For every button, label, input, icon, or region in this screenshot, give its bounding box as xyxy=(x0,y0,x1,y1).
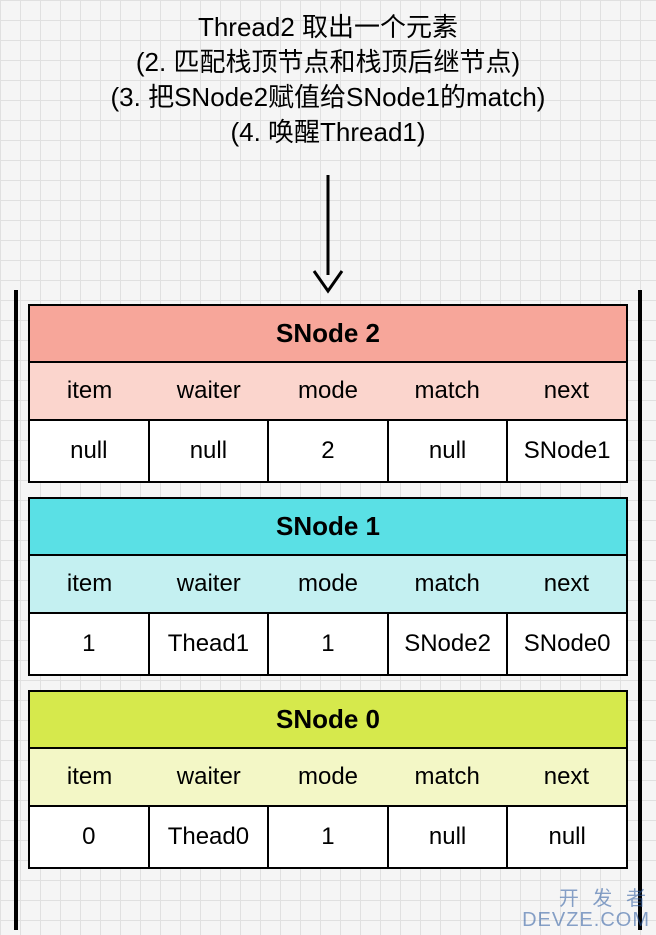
col-next: next xyxy=(507,749,626,805)
snode-1-match: SNode2 xyxy=(389,614,509,674)
col-match: match xyxy=(388,556,507,612)
snode-2: SNode 2 item waiter mode match next null… xyxy=(28,304,628,483)
caption-line-3: (3. 把SNode2赋值给SNode1的match) xyxy=(0,80,656,115)
col-mode: mode xyxy=(268,556,387,612)
col-next: next xyxy=(507,556,626,612)
snode-1-value-row: 1 Thead1 1 SNode2 SNode0 xyxy=(30,614,626,674)
snode-0-title: SNode 0 xyxy=(30,692,626,749)
col-mode: mode xyxy=(268,363,387,419)
snode-1: SNode 1 item waiter mode match next 1 Th… xyxy=(28,497,628,676)
caption-line-4: (4. 唤醒Thread1) xyxy=(0,115,656,150)
col-waiter: waiter xyxy=(149,749,268,805)
col-waiter: waiter xyxy=(149,556,268,612)
snode-0-header-row: item waiter mode match next xyxy=(30,749,626,807)
snode-0-value-row: 0 Thead0 1 null null xyxy=(30,807,626,867)
snode-0-match: null xyxy=(389,807,509,867)
snode-2-header-row: item waiter mode match next xyxy=(30,363,626,421)
snode-1-item: 1 xyxy=(30,614,150,674)
col-item: item xyxy=(30,363,149,419)
snode-2-title: SNode 2 xyxy=(30,306,626,363)
snode-2-waiter: null xyxy=(150,421,270,481)
arrow-down-icon xyxy=(308,175,348,300)
col-item: item xyxy=(30,749,149,805)
snode-0-item: 0 xyxy=(30,807,150,867)
snode-1-next: SNode0 xyxy=(508,614,626,674)
snode-1-title: SNode 1 xyxy=(30,499,626,556)
caption-block: Thread2 取出一个元素 (2. 匹配栈顶节点和栈顶后继节点) (3. 把S… xyxy=(0,0,656,150)
snode-0-waiter: Thead0 xyxy=(150,807,270,867)
col-match: match xyxy=(388,749,507,805)
snode-2-mode: 2 xyxy=(269,421,389,481)
snode-1-mode: 1 xyxy=(269,614,389,674)
col-item: item xyxy=(30,556,149,612)
snode-2-value-row: null null 2 null SNode1 xyxy=(30,421,626,481)
col-match: match xyxy=(388,363,507,419)
snode-0-mode: 1 xyxy=(269,807,389,867)
col-next: next xyxy=(507,363,626,419)
snode-2-match: null xyxy=(389,421,509,481)
snode-0-next: null xyxy=(508,807,626,867)
snode-0: SNode 0 item waiter mode match next 0 Th… xyxy=(28,690,628,869)
snode-2-item: null xyxy=(30,421,150,481)
caption-line-2: (2. 匹配栈顶节点和栈顶后继节点) xyxy=(0,45,656,80)
col-mode: mode xyxy=(268,749,387,805)
snode-2-next: SNode1 xyxy=(508,421,626,481)
snode-1-header-row: item waiter mode match next xyxy=(30,556,626,614)
stack-container: SNode 2 item waiter mode match next null… xyxy=(14,290,642,930)
snode-1-waiter: Thead1 xyxy=(150,614,270,674)
caption-line-1: Thread2 取出一个元素 xyxy=(0,10,656,45)
col-waiter: waiter xyxy=(149,363,268,419)
